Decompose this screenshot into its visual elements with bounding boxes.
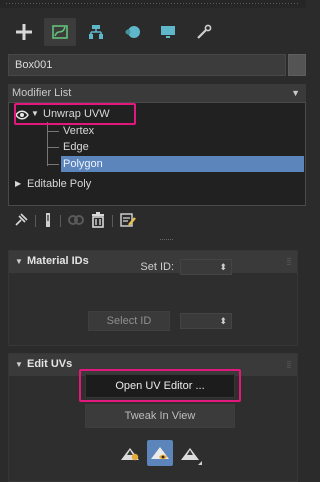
tab-modify[interactable] bbox=[44, 18, 76, 46]
edit-uvs-tools bbox=[117, 440, 203, 466]
pelt-map-button[interactable] bbox=[177, 440, 203, 466]
subobject-edge[interactable]: Edge bbox=[9, 139, 305, 155]
collapse-triangle-icon[interactable]: ▼ bbox=[15, 257, 23, 266]
display-monitor-icon bbox=[161, 26, 175, 38]
tab-motion[interactable] bbox=[116, 18, 148, 46]
select-id-spinner[interactable]: ⬍ bbox=[180, 313, 232, 329]
tweak-uv-button[interactable] bbox=[147, 440, 173, 466]
create-plus-icon bbox=[16, 24, 32, 40]
modify-curve-icon bbox=[52, 25, 68, 39]
subobject-vertex[interactable]: Vertex bbox=[9, 123, 305, 139]
subobject-polygon[interactable]: Polygon bbox=[9, 156, 305, 172]
spinner-arrows-icon[interactable]: ⬍ bbox=[219, 260, 227, 275]
pelt-map-icon bbox=[181, 448, 199, 460]
rollout-title: Edit UVs bbox=[27, 358, 73, 370]
utilities-wrench-icon bbox=[197, 24, 212, 39]
toolbar-separator bbox=[112, 215, 113, 227]
tab-utilities[interactable] bbox=[188, 18, 220, 46]
object-name-field[interactable]: Box001 bbox=[8, 54, 286, 76]
toolbar-separator bbox=[35, 215, 36, 227]
peel-mode-button[interactable] bbox=[117, 440, 143, 466]
modifier-list-label: Modifier List bbox=[12, 87, 72, 99]
configure-modifier-sets-icon[interactable] bbox=[120, 212, 136, 231]
rollout-title: Material IDs bbox=[27, 255, 89, 267]
panel-grip[interactable] bbox=[0, 0, 306, 8]
drag-handle-icon[interactable] bbox=[287, 258, 291, 266]
subobject-label: Polygon bbox=[63, 158, 103, 170]
toolbar-separator bbox=[60, 215, 61, 227]
chevron-down-icon: ▼ bbox=[291, 88, 300, 98]
stack-toolbar bbox=[14, 210, 136, 232]
stack-item-label: Editable Poly bbox=[27, 178, 92, 190]
annotation-highlight bbox=[79, 369, 241, 402]
command-panel-tabs bbox=[8, 18, 220, 46]
subobject-label: Vertex bbox=[63, 125, 95, 137]
stack-item-editable-poly[interactable]: ▶ Editable Poly bbox=[9, 176, 305, 192]
object-color-swatch[interactable] bbox=[288, 54, 306, 76]
modifier-list-dropdown[interactable]: Modifier List ▼ bbox=[8, 84, 306, 102]
select-id-button[interactable]: Select ID bbox=[88, 311, 170, 331]
tweak-in-view-button[interactable]: Tweak In View bbox=[85, 404, 235, 428]
hierarchy-icon bbox=[89, 25, 103, 39]
motion-icon bbox=[125, 26, 140, 38]
annotation-highlight bbox=[14, 103, 136, 125]
tab-create[interactable] bbox=[8, 18, 40, 46]
tab-hierarchy[interactable] bbox=[80, 18, 112, 46]
make-unique-icon[interactable] bbox=[68, 213, 84, 230]
remove-modifier-icon[interactable] bbox=[91, 211, 105, 231]
panel-divider-grip[interactable] bbox=[160, 239, 174, 240]
pin-stack-icon[interactable] bbox=[14, 212, 28, 230]
set-id-spinner[interactable]: ⬍ bbox=[180, 259, 232, 275]
expand-triangle-icon[interactable]: ▶ bbox=[15, 176, 21, 192]
spinner-arrows-icon[interactable]: ⬍ bbox=[219, 314, 227, 329]
show-end-result-icon[interactable] bbox=[43, 212, 53, 231]
set-id-label: Set ID: bbox=[140, 261, 174, 273]
peel-mode-icon bbox=[121, 448, 139, 461]
flyout-corner-icon bbox=[198, 461, 202, 465]
collapse-triangle-icon[interactable]: ▼ bbox=[15, 360, 23, 369]
drag-handle-icon[interactable] bbox=[287, 361, 291, 369]
subobject-label: Edge bbox=[63, 141, 89, 153]
tweak-uv-eye-icon bbox=[151, 447, 169, 460]
tab-display[interactable] bbox=[152, 18, 184, 46]
